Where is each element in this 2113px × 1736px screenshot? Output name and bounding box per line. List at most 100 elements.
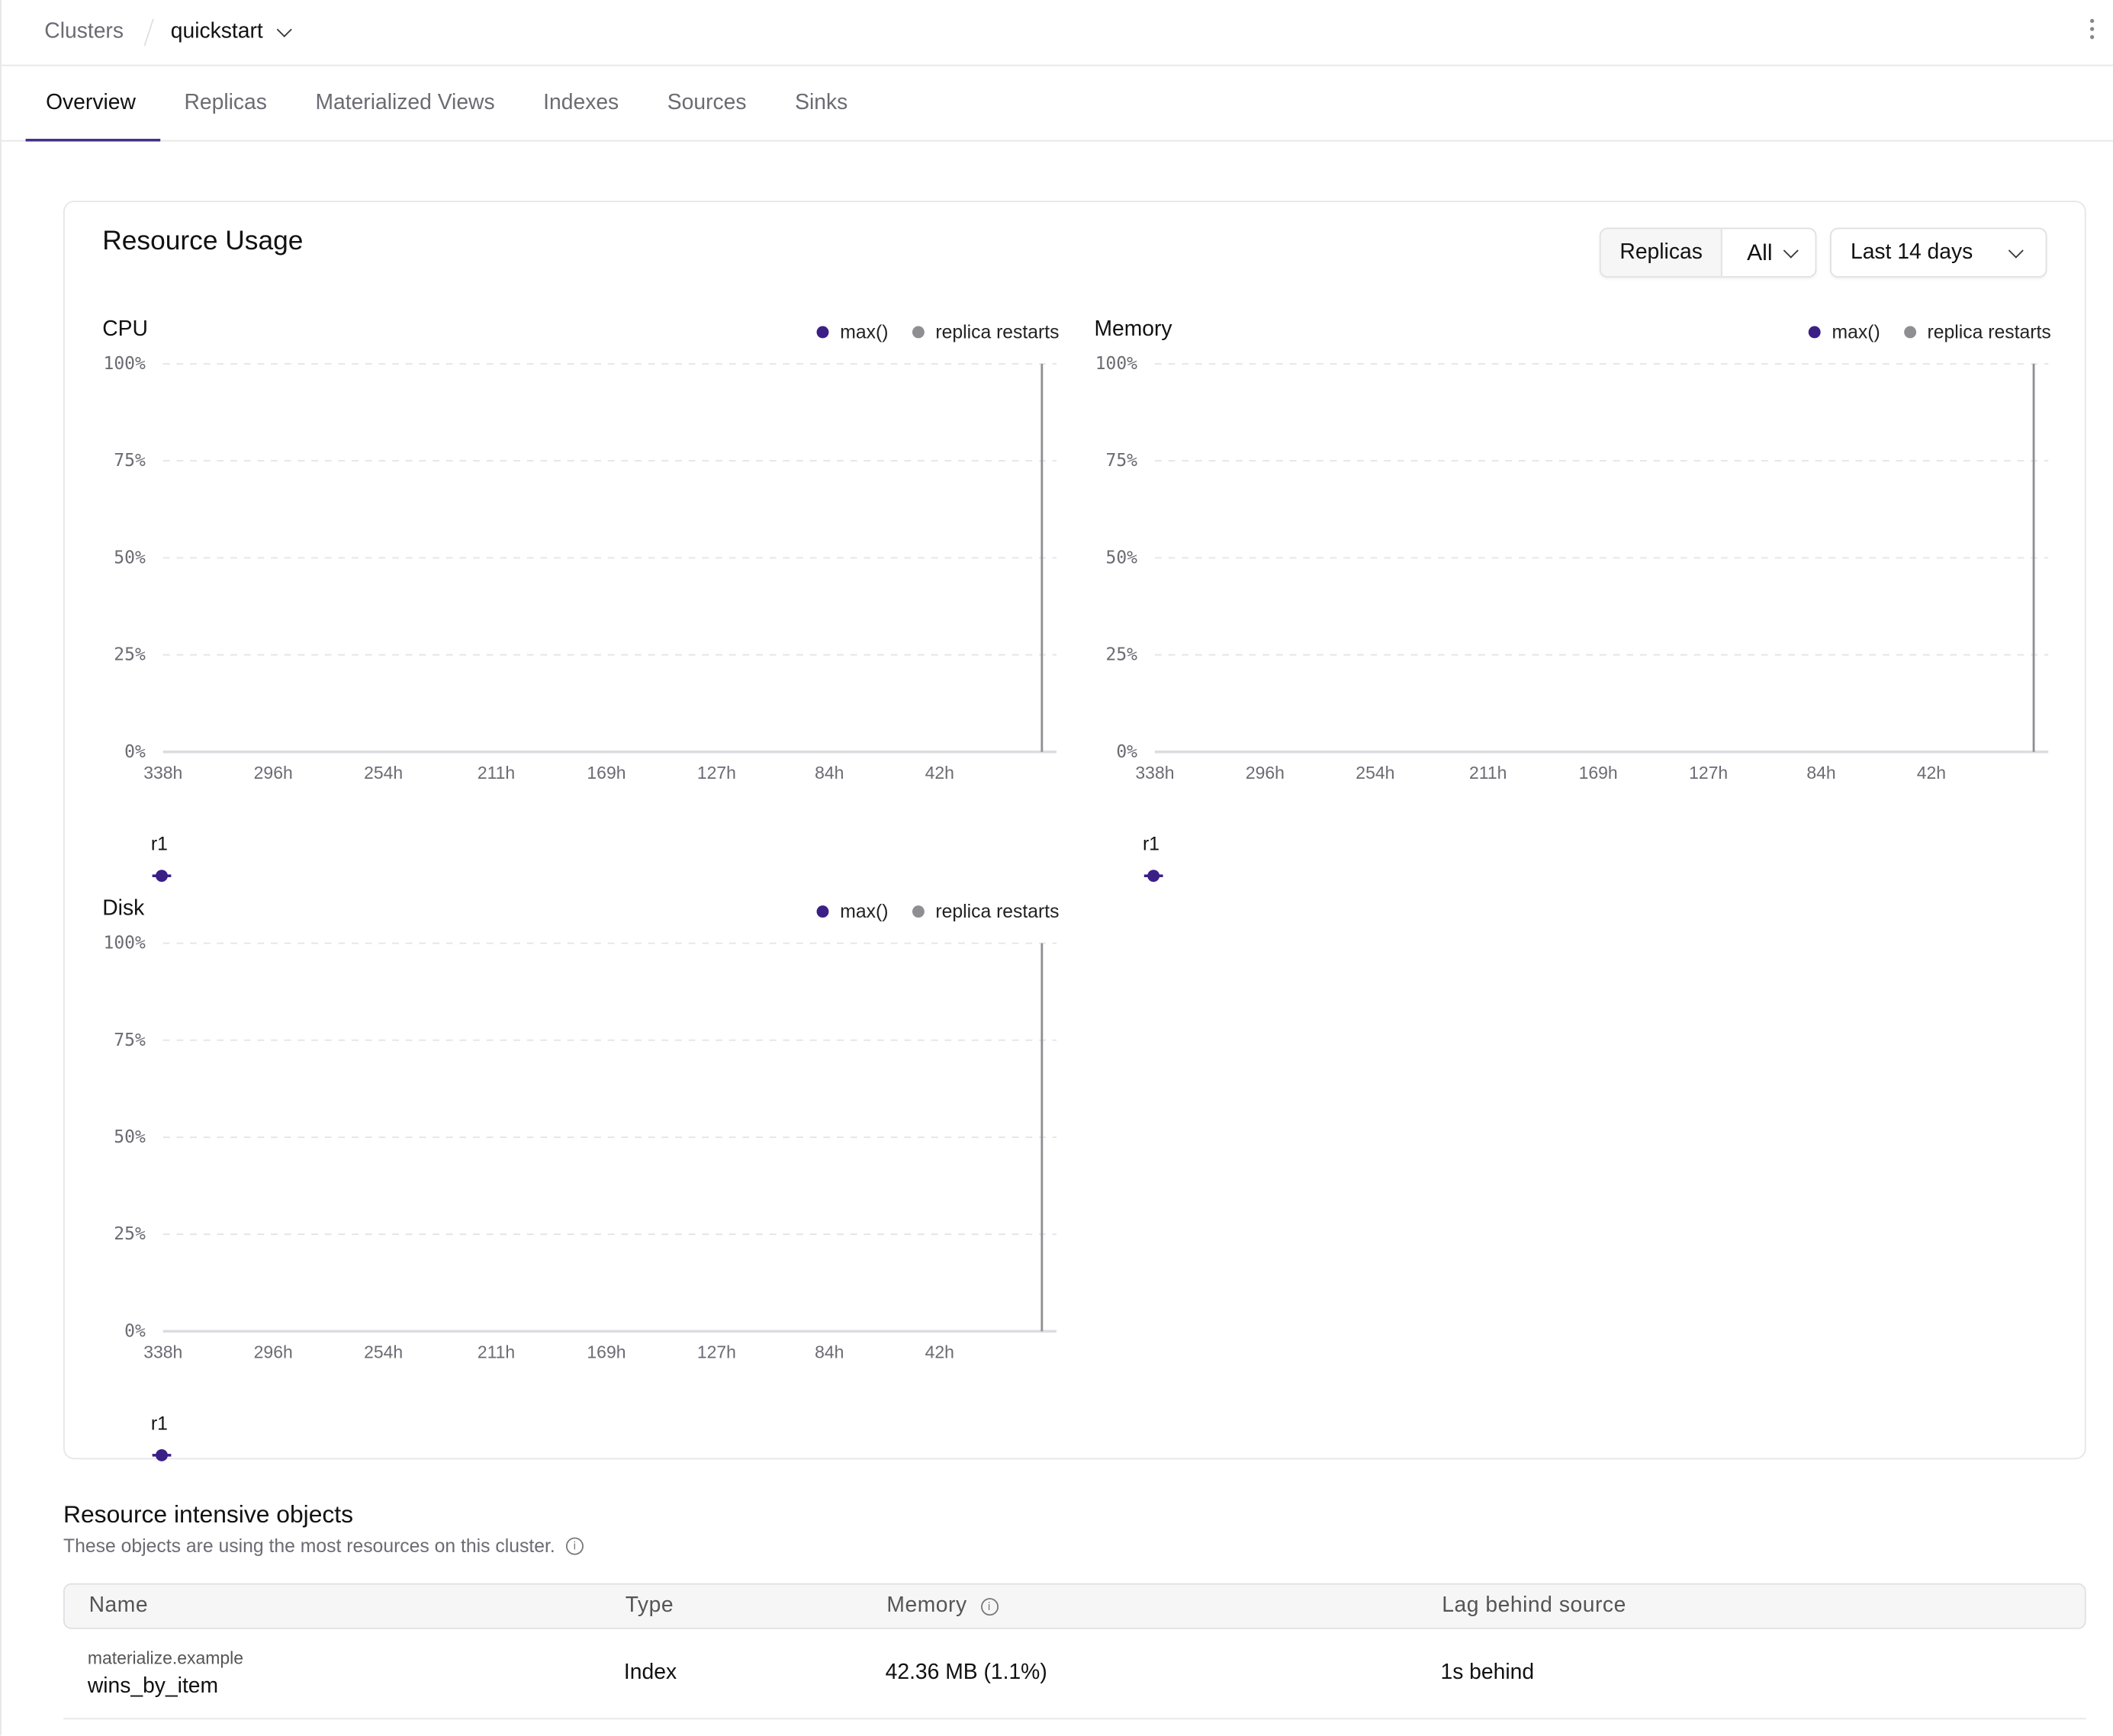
resource-objects-description: These objects are using the most resourc… [63, 1535, 555, 1557]
object-type: Index [623, 1661, 677, 1685]
top-bar: Clusters quickstart [1, 0, 2113, 66]
breadcrumb-separator [143, 18, 154, 47]
column-header-name[interactable]: Name [65, 1594, 626, 1619]
legend-item[interactable]: max() [1809, 320, 1880, 342]
legend-dot-icon [817, 325, 830, 338]
replica-filter: Replicas All [1599, 227, 1817, 278]
y-tick-label: 75% [114, 1030, 146, 1050]
legend-dot-icon [1809, 325, 1822, 338]
legend-item[interactable]: replica restarts [912, 900, 1060, 922]
x-tick-label: 127h [1689, 763, 1728, 783]
x-tick-label: 211h [478, 763, 515, 783]
legend-item[interactable]: max() [817, 900, 889, 922]
chart-legend: max() replica restarts [817, 320, 1060, 342]
tab-overview[interactable]: Overview [25, 66, 160, 142]
legend-item[interactable]: max() [817, 320, 889, 342]
y-tick-label: 0% [1116, 742, 1137, 762]
series-legend-item[interactable]: r1 [1143, 833, 1163, 882]
column-header-memory[interactable]: Memory i [886, 1594, 1442, 1619]
x-tick-label: 296h [254, 763, 293, 783]
breadcrumb-clusters[interactable]: Clusters [44, 20, 124, 44]
x-tick-label: 42h [925, 1342, 954, 1362]
y-tick-label: 100% [104, 354, 146, 374]
replica-select[interactable]: All [1722, 229, 1816, 276]
object-name[interactable]: wins_by_item [88, 1675, 624, 1699]
y-tick-label: 75% [114, 451, 146, 471]
legend-dot-icon [912, 905, 925, 918]
resource-objects-table: Name Type Memory i Lag behind source mat… [63, 1583, 2086, 1720]
y-tick-label: 50% [1106, 548, 1138, 567]
legend-dot-icon [1904, 325, 1917, 338]
legend-label: replica restarts [935, 900, 1060, 922]
cluster-selector[interactable]: quickstart [170, 20, 293, 44]
series-marker-icon [152, 870, 172, 882]
breadcrumb-current: quickstart [170, 20, 263, 43]
x-tick-label: 127h [697, 763, 736, 783]
y-tick-label: 100% [104, 934, 146, 953]
y-tick-label: 25% [114, 645, 146, 665]
resource-usage-controls: Replicas All Last 14 days [1599, 227, 2047, 278]
x-tick-label: 296h [1246, 763, 1285, 783]
tab-sinks[interactable]: Sinks [775, 66, 872, 140]
legend-label: max() [840, 320, 889, 342]
series-legend-label: r1 [150, 1412, 168, 1434]
x-tick-label: 169h [587, 1342, 626, 1362]
legend-label: replica restarts [1927, 320, 2051, 342]
y-tick-label: 100% [1095, 354, 1137, 374]
time-range-value: Last 14 days [1850, 240, 1973, 264]
series-legend-label: r1 [150, 832, 168, 855]
legend-label: max() [840, 900, 889, 922]
x-tick-label: 42h [1917, 763, 1946, 783]
more-options-icon[interactable] [2089, 18, 2095, 40]
y-tick-label: 0% [124, 1321, 146, 1341]
x-tick-label: 211h [1469, 763, 1507, 783]
tab-indexes[interactable]: Indexes [523, 66, 643, 140]
chevron-down-icon [1783, 242, 1799, 258]
legend-item[interactable]: replica restarts [1904, 320, 2051, 342]
column-header-type[interactable]: Type [626, 1594, 887, 1619]
x-tick-label: 42h [925, 763, 954, 783]
x-tick-label: 338h [143, 763, 182, 783]
tab-sources[interactable]: Sources [647, 66, 770, 140]
tab-replicas[interactable]: Replicas [164, 66, 291, 140]
cluster-overview-page: Clusters quickstart Overview Replicas Ma… [0, 0, 2113, 1736]
legend-dot-icon [912, 325, 925, 338]
info-icon[interactable]: i [565, 1536, 584, 1554]
chart-legend: max() replica restarts [817, 900, 1060, 922]
column-header-lag[interactable]: Lag behind source [1442, 1594, 2085, 1619]
legend-item[interactable]: replica restarts [912, 320, 1060, 342]
x-tick-label: 338h [143, 1342, 182, 1362]
time-range-select[interactable]: Last 14 days [1830, 227, 2047, 278]
object-schema: materialize.example [87, 1648, 244, 1669]
info-icon[interactable]: i [980, 1597, 999, 1615]
y-tick-label: 50% [114, 1127, 146, 1147]
chart-title: CPU [102, 317, 148, 341]
series-marker-icon [1143, 870, 1163, 882]
resource-objects-title: Resource intensive objects [63, 1500, 354, 1529]
series-legend-item[interactable]: r1 [150, 832, 172, 882]
legend-dot-icon [817, 905, 830, 918]
object-name-cell: materialize.example wins_by_item [63, 1648, 624, 1699]
column-header-memory-label: Memory [886, 1593, 967, 1617]
series-legend-item[interactable]: r1 [150, 1412, 172, 1461]
x-tick-label: 84h [815, 1342, 844, 1362]
x-tick-label: 169h [587, 763, 626, 783]
x-tick-label: 84h [1806, 763, 1835, 783]
series-marker-icon [152, 1448, 172, 1461]
table-row[interactable]: materialize.example wins_by_item Index 4… [63, 1629, 2086, 1720]
memory-chart: Memory max() replica restarts 0% 25% 50% 75% 10… [1094, 318, 2051, 884]
x-tick-label: 254h [364, 763, 403, 783]
x-tick-label: 211h [478, 1342, 515, 1362]
x-tick-label: 84h [815, 763, 844, 783]
resource-usage-card: Resource Usage Replicas All Last 14 days… [63, 201, 2086, 1461]
legend-label: replica restarts [935, 320, 1060, 342]
y-tick-label: 25% [114, 1224, 146, 1244]
tab-materialized-views[interactable]: Materialized Views [295, 66, 519, 140]
x-tick-label: 254h [364, 1342, 403, 1362]
x-tick-label: 169h [1579, 763, 1618, 783]
cpu-chart: CPU max() replica restarts 0% 25% 50% 75% 100% 3… [102, 317, 1060, 884]
tab-bar: Overview Replicas Materialized Views Ind… [1, 66, 2113, 142]
x-tick-label: 254h [1356, 763, 1394, 783]
x-tick-label: 296h [254, 1342, 293, 1362]
chevron-down-icon [2008, 242, 2024, 258]
